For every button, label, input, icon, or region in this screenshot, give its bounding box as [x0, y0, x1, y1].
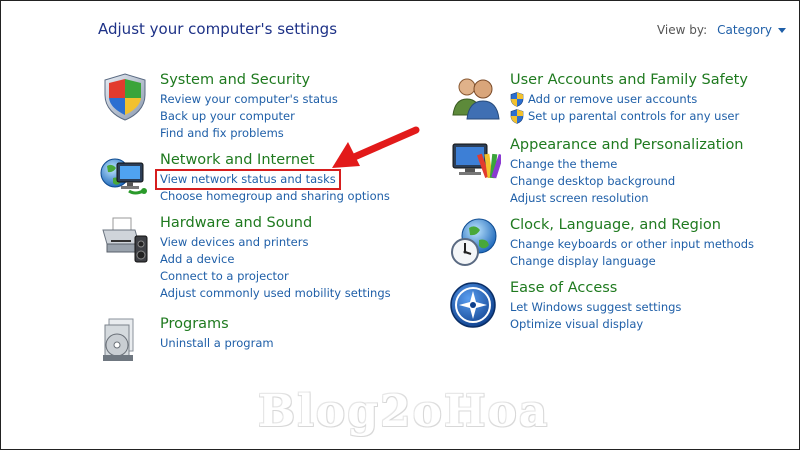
uac-shield-icon [510, 109, 524, 124]
link-find-fix[interactable]: Find and fix problems [160, 125, 338, 142]
category-title-ease-of-access[interactable]: Ease of Access [510, 279, 681, 298]
link-review-status[interactable]: Review your computer's status [160, 91, 338, 108]
category-title-clock-language-region[interactable]: Clock, Language, and Region [510, 216, 754, 235]
link-desktop-background[interactable]: Change desktop background [510, 173, 744, 190]
link-mobility-settings[interactable]: Adjust commonly used mobility settings [160, 285, 391, 302]
category-user-accounts: User Accounts and Family Safety Add or r… [449, 71, 748, 125]
link-parental-controls[interactable]: Set up parental controls for any user [510, 108, 748, 125]
link-add-device[interactable]: Add a device [160, 251, 391, 268]
users-icon[interactable] [449, 71, 501, 123]
link-homegroup-sharing[interactable]: Choose homegroup and sharing options [160, 188, 390, 205]
category-title-appearance[interactable]: Appearance and Personalization [510, 136, 744, 155]
link-connect-projector[interactable]: Connect to a projector [160, 268, 391, 285]
category-appearance: Appearance and Personalization Change th… [449, 136, 744, 207]
category-ease-of-access: Ease of Access Let Windows suggest setti… [449, 279, 681, 333]
category-title-user-accounts[interactable]: User Accounts and Family Safety [510, 71, 748, 90]
view-by-value: Category [717, 23, 772, 37]
link-optimize-visual[interactable]: Optimize visual display [510, 316, 681, 333]
link-display-language[interactable]: Change display language [510, 253, 754, 270]
uac-shield-icon [510, 92, 524, 107]
view-by-label: View by: [656, 23, 708, 37]
link-devices-printers[interactable]: View devices and printers [160, 234, 391, 251]
link-change-keyboards[interactable]: Change keyboards or other input methods [510, 236, 754, 253]
link-change-theme[interactable]: Change the theme [510, 156, 744, 173]
appearance-icon[interactable] [449, 136, 504, 188]
printer-icon[interactable] [99, 214, 151, 266]
category-title-hardware-sound[interactable]: Hardware and Sound [160, 214, 391, 233]
link-text-parental-controls: Set up parental controls for any user [528, 109, 740, 123]
clock-globe-icon[interactable] [449, 216, 501, 268]
network-icon[interactable] [99, 151, 151, 203]
link-text-add-remove-users: Add or remove user accounts [528, 92, 698, 106]
category-programs: Programs Uninstall a program [99, 315, 274, 367]
shield-icon[interactable] [99, 71, 151, 123]
category-system-security: System and Security Review your computer… [99, 71, 338, 142]
ease-of-access-icon[interactable] [449, 279, 501, 331]
link-backup[interactable]: Back up your computer [160, 108, 338, 125]
category-hardware-sound: Hardware and Sound View devices and prin… [99, 214, 391, 302]
page-title: Adjust your computer's settings [98, 20, 338, 38]
red-arrow-icon [332, 126, 420, 168]
view-by: View by: Category [657, 23, 786, 37]
link-view-network-status[interactable]: View network status and tasks [155, 169, 341, 190]
link-uninstall-program[interactable]: Uninstall a program [160, 335, 274, 352]
link-windows-suggest[interactable]: Let Windows suggest settings [510, 299, 681, 316]
view-by-dropdown[interactable]: Category [717, 23, 786, 37]
link-screen-resolution[interactable]: Adjust screen resolution [510, 190, 744, 207]
category-title-programs[interactable]: Programs [160, 315, 274, 334]
dropdown-caret-icon [778, 27, 786, 33]
category-title-system-security[interactable]: System and Security [160, 71, 338, 90]
programs-icon[interactable] [99, 315, 151, 367]
watermark-text: Blog2oHoa [258, 386, 550, 437]
link-add-remove-users[interactable]: Add or remove user accounts [510, 91, 748, 108]
category-clock-language-region: Clock, Language, and Region Change keybo… [449, 216, 754, 270]
